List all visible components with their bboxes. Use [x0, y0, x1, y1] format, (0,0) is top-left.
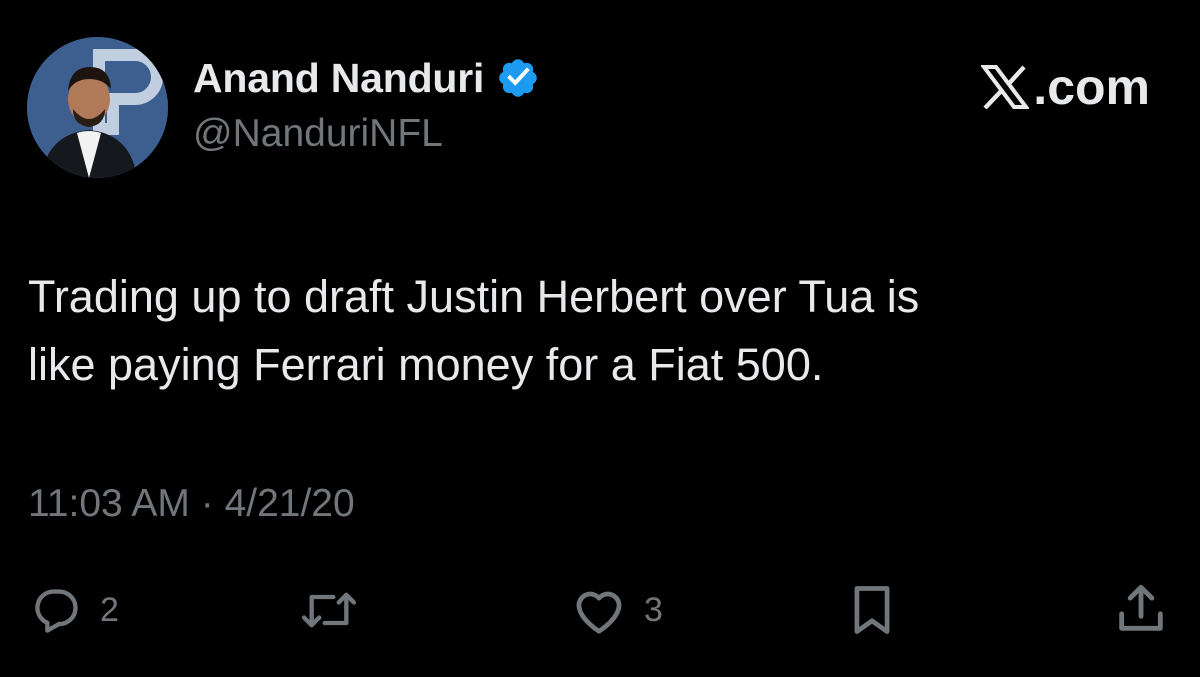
reply-count: 2 — [100, 590, 119, 629]
reply-button[interactable]: 2 — [28, 584, 119, 636]
tweet-time: 11:03 AM — [28, 482, 190, 525]
brand-domain: .com — [1033, 59, 1150, 115]
tweet-date: 4/21/20 — [224, 482, 355, 525]
heart-icon — [576, 591, 622, 634]
author-handle[interactable]: @NanduriNFL — [193, 112, 443, 156]
like-button[interactable]: 3 — [570, 584, 663, 636]
tweet-line: Trading up to draft Justin Herbert over … — [28, 271, 920, 322]
share-button[interactable] — [1112, 580, 1170, 638]
tweet-line: like paying Ferrari money for a Fiat 500… — [28, 339, 824, 390]
tweet-text: Trading up to draft Justin Herbert over … — [28, 263, 1178, 399]
display-name[interactable]: Anand Nanduri — [193, 55, 484, 102]
tweet-timestamp[interactable]: 11:03 AM · 4/21/20 — [28, 482, 355, 526]
retweet-button[interactable] — [297, 584, 361, 636]
author-name-row: Anand Nanduri — [193, 52, 540, 104]
bookmark-icon — [854, 586, 890, 634]
action-bar: 2 3 — [0, 578, 1200, 642]
share-icon — [1119, 584, 1163, 631]
retweet-icon — [301, 592, 357, 628]
verified-badge-icon — [496, 56, 540, 100]
bookmark-button[interactable] — [846, 582, 898, 638]
like-count: 3 — [644, 590, 663, 629]
separator-dot: · — [200, 482, 225, 525]
reply-icon — [35, 589, 78, 633]
x-logo-icon — [981, 65, 1030, 109]
avatar[interactable] — [27, 37, 168, 178]
brand[interactable]: .com — [981, 58, 1150, 116]
